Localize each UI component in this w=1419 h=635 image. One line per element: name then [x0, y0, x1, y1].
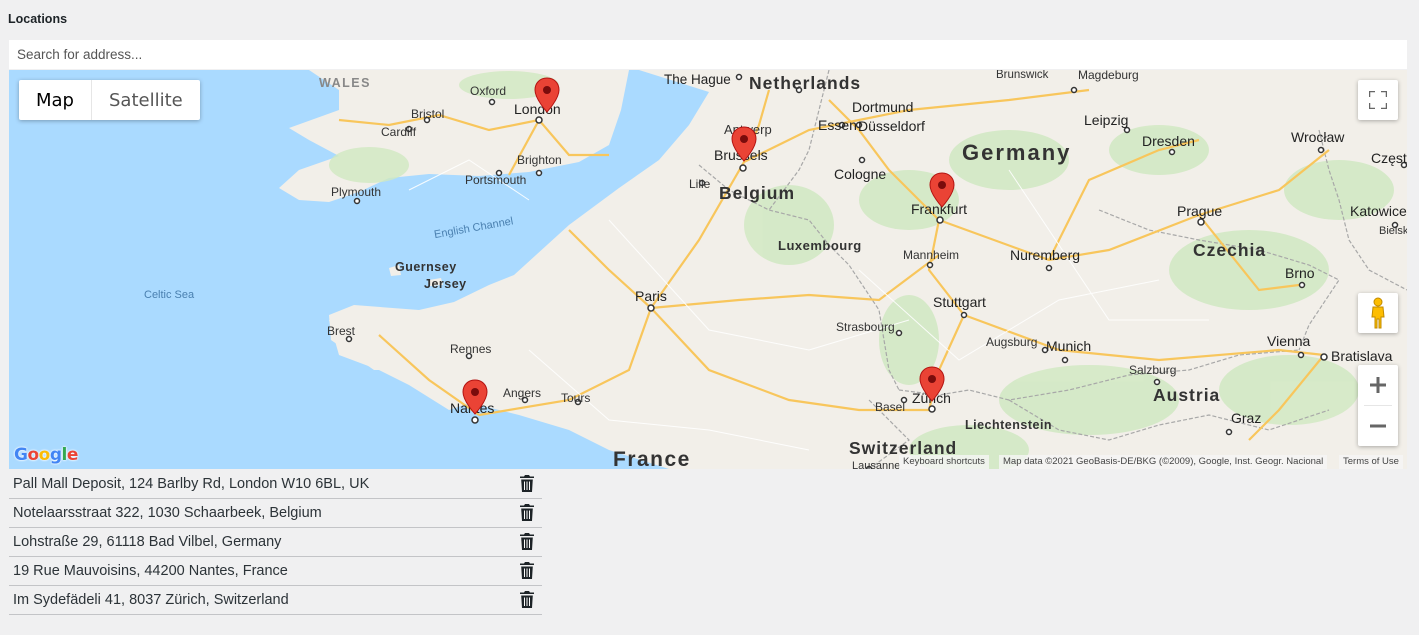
trash-icon — [520, 475, 534, 492]
location-address: Lohstraße 29, 61118 Bad Vilbel, Germany — [13, 534, 282, 550]
list-item: 19 Rue Mauvoisins, 44200 Nantes, France — [9, 557, 542, 586]
trash-icon — [520, 562, 534, 579]
map-label-tours: Tours — [561, 391, 590, 405]
google-logo[interactable]: Google — [14, 445, 78, 465]
zoom-control — [1358, 365, 1398, 446]
map-label-oxford: Oxford — [470, 84, 506, 98]
location-address: 19 Rue Mauvoisins, 44200 Nantes, France — [13, 563, 288, 579]
list-item: Notelaarsstraat 322, 1030 Schaarbeek, Be… — [9, 499, 542, 528]
map-label-guernsey: Guernsey — [395, 260, 457, 274]
street-view-button[interactable] — [1358, 293, 1398, 333]
map-label-leipzig: Leipzig — [1084, 112, 1128, 128]
pegman-icon — [1371, 297, 1385, 329]
map[interactable]: WALES Oxford Bristol Cardiff London Brig… — [9, 70, 1407, 469]
map-label-wroclaw: Wrocław — [1291, 129, 1345, 145]
map-label-wales: WALES — [319, 76, 371, 90]
delete-location-button[interactable] — [520, 533, 536, 551]
list-item: Lohstraße 29, 61118 Bad Vilbel, Germany — [9, 528, 542, 557]
map-label-stuttgart: Stuttgart — [933, 294, 986, 310]
map-label-munich: Munich — [1046, 338, 1091, 354]
map-label-france: France — [613, 448, 691, 469]
map-type-satellite-button[interactable]: Satellite — [92, 80, 200, 120]
zoom-in-button[interactable] — [1358, 365, 1398, 405]
terms-of-use-link[interactable]: Terms of Use — [1339, 455, 1403, 469]
zoom-out-button[interactable] — [1358, 406, 1398, 446]
delete-location-button[interactable] — [520, 475, 536, 493]
map-label-katowice: Katowice — [1350, 203, 1407, 219]
map-label-lille: Lille — [689, 177, 711, 191]
map-label-celtic-sea: Celtic Sea — [144, 289, 195, 301]
trash-icon — [520, 504, 534, 521]
map-label-portsmouth: Portsmouth — [465, 173, 526, 187]
list-item: Pall Mall Deposit, 124 Barlby Rd, London… — [9, 470, 542, 499]
location-address: Pall Mall Deposit, 124 Barlby Rd, London… — [13, 476, 370, 492]
map-label-cologne: Cologne — [834, 166, 886, 182]
list-item: Im Sydefädeli 41, 8037 Zürich, Switzerla… — [9, 586, 542, 615]
map-label-brno: Brno — [1285, 265, 1315, 281]
map-data-attribution: Map data ©2021 GeoBasis-DE/BKG (©2009), … — [999, 455, 1328, 469]
fullscreen-button[interactable] — [1358, 80, 1398, 120]
map-label-prague: Prague — [1177, 203, 1222, 219]
map-label-plymouth: Plymouth — [331, 185, 381, 199]
map-label-dresden: Dresden — [1142, 133, 1195, 149]
map-label-angers: Angers — [503, 386, 541, 400]
map-label-germany: Germany — [962, 140, 1071, 165]
map-label-bielsk: Bielsk — [1379, 225, 1407, 237]
map-label-brighton: Brighton — [517, 153, 562, 167]
fullscreen-icon — [1369, 91, 1387, 109]
map-label-vienna: Vienna — [1267, 333, 1311, 349]
map-label-the-hague: The Hague — [664, 72, 731, 87]
map-label-magdeburg: Magdeburg — [1078, 70, 1139, 82]
location-list: Pall Mall Deposit, 124 Barlby Rd, London… — [9, 470, 542, 615]
delete-location-button[interactable] — [520, 504, 536, 522]
map-label-essen: Essen — [818, 117, 857, 133]
map-label-english-channel: English Channel — [433, 215, 514, 241]
minus-icon — [1370, 424, 1386, 428]
map-label-dortmund: Dortmund — [852, 99, 913, 115]
map-label-nuremberg: Nuremberg — [1010, 247, 1080, 263]
map-label-austria: Austria — [1153, 385, 1220, 405]
address-search-input[interactable] — [9, 40, 1407, 69]
map-canvas[interactable]: WALES Oxford Bristol Cardiff London Brig… — [9, 70, 1407, 469]
trash-icon — [520, 533, 534, 550]
map-label-liechtenstein: Liechtenstein — [965, 418, 1052, 432]
map-label-jersey: Jersey — [424, 277, 467, 291]
map-label-netherlands: Netherlands — [749, 73, 861, 93]
location-address: Im Sydefädeli 41, 8037 Zürich, Switzerla… — [13, 592, 289, 608]
locations-label: Locations — [8, 12, 68, 26]
location-address: Notelaarsstraat 322, 1030 Schaarbeek, Be… — [13, 505, 322, 521]
map-label-brunswick: Brunswick — [996, 70, 1049, 81]
plus-icon — [1370, 377, 1386, 393]
map-type-control: Map Satellite — [19, 80, 200, 120]
map-label-bristol: Bristol — [411, 107, 444, 121]
map-label-cardiff: Cardiff — [381, 125, 417, 139]
map-label-dusseldorf: Düsseldorf — [858, 118, 925, 134]
delete-location-button[interactable] — [520, 591, 536, 609]
keyboard-shortcuts-link[interactable]: Keyboard shortcuts — [899, 455, 989, 469]
delete-location-button[interactable] — [520, 562, 536, 580]
map-label-belgium: Belgium — [719, 183, 795, 203]
map-label-rennes: Rennes — [450, 342, 491, 356]
map-label-salzburg: Salzburg — [1129, 363, 1176, 377]
map-label-lausanne: Lausanne — [852, 460, 900, 469]
map-label-mannheim: Mannheim — [903, 248, 959, 262]
map-label-luxembourg: Luxembourg — [778, 238, 862, 253]
map-label-czest: Częst — [1371, 150, 1407, 166]
trash-icon — [520, 591, 534, 608]
map-label-augsburg: Augsburg — [986, 335, 1037, 349]
map-label-czechia: Czechia — [1193, 240, 1266, 260]
map-label-strasbourg: Strasbourg — [836, 320, 895, 334]
map-label-graz: Graz — [1231, 410, 1261, 426]
map-type-map-button[interactable]: Map — [19, 80, 92, 120]
map-label-paris: Paris — [635, 288, 667, 304]
map-label-basel: Basel — [875, 400, 905, 414]
map-label-bratislava: Bratislava — [1331, 348, 1393, 364]
map-label-brest: Brest — [327, 324, 356, 338]
